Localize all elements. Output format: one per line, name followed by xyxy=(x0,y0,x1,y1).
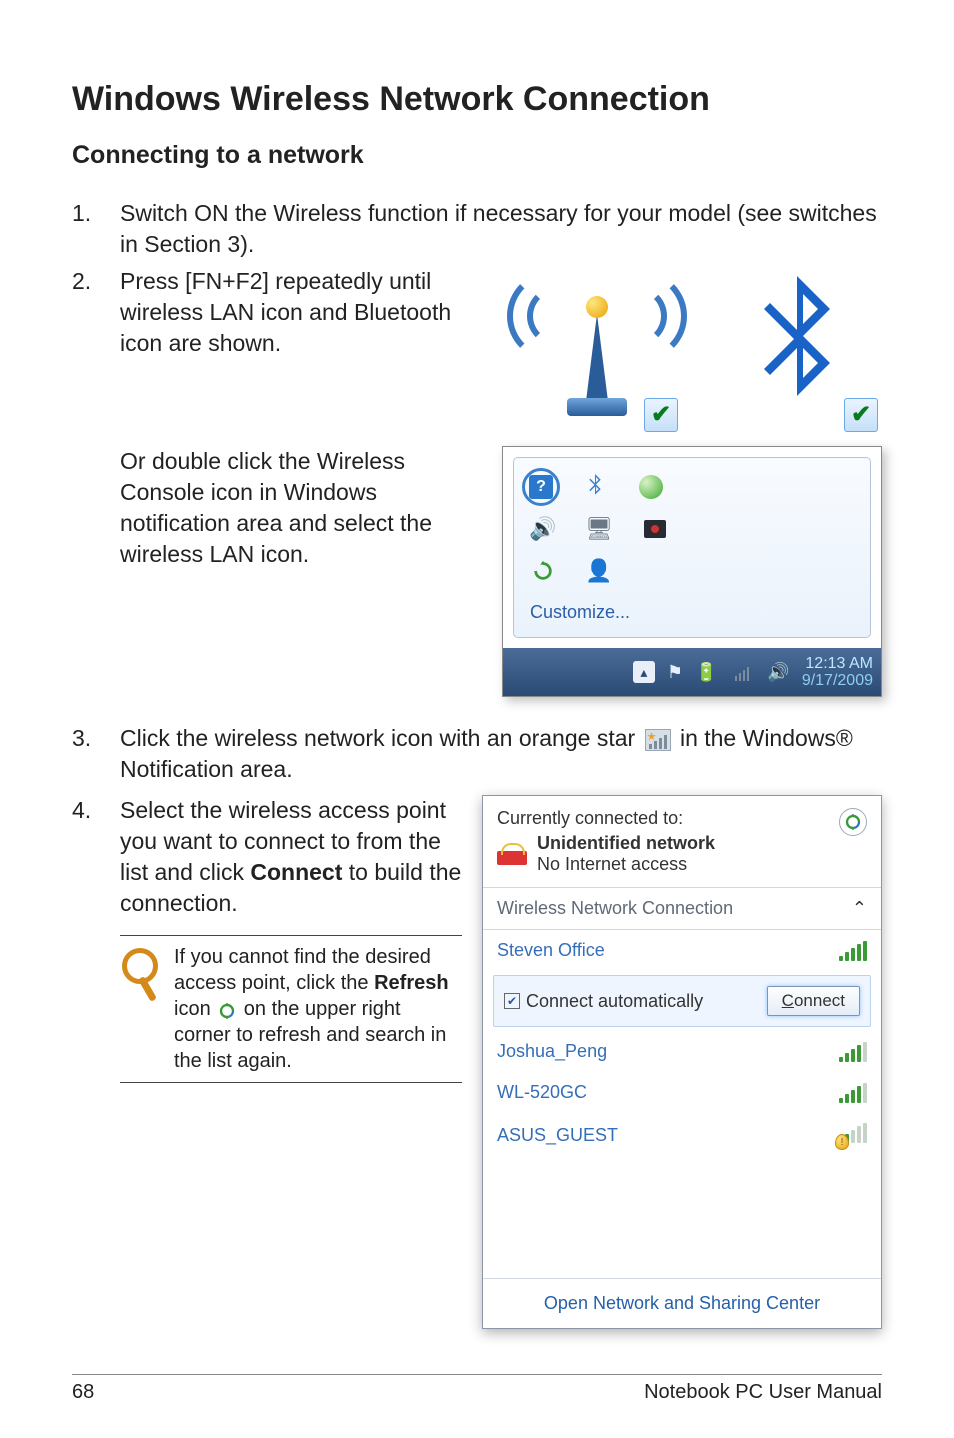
note-text: If you cannot find the desired access po… xyxy=(174,944,462,1074)
check-icon: ✔ xyxy=(844,398,878,432)
page-footer: 68 Notebook PC User Manual xyxy=(72,1374,882,1404)
signal-strength-icon xyxy=(839,941,867,961)
wlan-icon-figure: ✔ xyxy=(512,266,682,436)
wifi-network-name: ASUS_GUEST xyxy=(497,1125,618,1146)
step-3-number: 3. xyxy=(72,723,120,754)
step-3-text-a: Click the wireless network icon with an … xyxy=(120,725,642,751)
step-2-alt-text: Or double click the Wireless Console ico… xyxy=(120,446,484,697)
step-2-text: Press [FN+F2] repeatedly until wireless … xyxy=(120,266,492,436)
router-icon xyxy=(497,843,527,865)
notification-tray-figure: ? 🔊 🖥 👤 Cus xyxy=(502,446,882,697)
tray-expand-icon[interactable]: ▴ xyxy=(633,661,655,683)
signal-strength-icon: ! xyxy=(839,1123,867,1148)
page-number: 68 xyxy=(72,1381,94,1404)
unidentified-network-label: Unidentified network xyxy=(537,833,715,854)
section-title: Connecting to a network xyxy=(72,141,882,170)
manual-title: Notebook PC User Manual xyxy=(644,1381,882,1404)
checkbox-icon: ✔ xyxy=(504,993,520,1009)
shield-icon: ! xyxy=(835,1134,849,1150)
signal-strength-icon xyxy=(839,1083,867,1103)
wireless-console-icon[interactable]: ? xyxy=(529,475,553,499)
open-network-center-link[interactable]: Open Network and Sharing Center xyxy=(483,1278,881,1328)
sync-tray-icon[interactable] xyxy=(528,556,558,586)
monitor-tray-icon[interactable]: 🖥 xyxy=(584,514,614,544)
antivirus-tray-icon[interactable] xyxy=(636,472,666,502)
bluetooth-icon-figure: ✔ xyxy=(712,266,882,436)
wifi-network-item[interactable]: Steven Office xyxy=(483,930,881,971)
volume-taskbar-icon[interactable]: 🔊 xyxy=(767,662,789,683)
magnifier-icon xyxy=(120,946,164,1002)
network-star-icon: ★ xyxy=(645,729,671,751)
page-title: Windows Wireless Network Connection xyxy=(72,80,882,119)
currently-connected-label: Currently connected to: xyxy=(497,808,715,829)
refresh-icon xyxy=(218,1001,236,1019)
volume-tray-icon[interactable]: 🔊 xyxy=(528,514,558,544)
connect-automatically-checkbox[interactable]: ✔ Connect automatically xyxy=(504,991,703,1012)
taskbar-clock[interactable]: 12:13 AM 9/17/2009 xyxy=(802,655,873,690)
note-box: If you cannot find the desired access po… xyxy=(120,935,462,1083)
wifi-network-name: Steven Office xyxy=(497,940,605,961)
customize-link[interactable]: Customize... xyxy=(528,598,856,625)
wifi-network-name: Joshua_Peng xyxy=(497,1041,607,1062)
chevron-up-icon[interactable]: ⌃ xyxy=(852,898,867,919)
step-4-number: 4. xyxy=(72,795,120,919)
step-4-text: Select the wireless access point you wan… xyxy=(120,795,462,919)
connect-button[interactable]: Connect xyxy=(767,986,860,1016)
taskbar: ▴ ⚑ 🔋 🔊 12:13 AM 9/17/2009 xyxy=(503,648,881,696)
wifi-connect-panel: ✔ Connect automatically Connect xyxy=(493,975,871,1027)
step-1-number: 1. xyxy=(72,198,120,260)
wifi-network-name: WL-520GC xyxy=(497,1082,587,1103)
user-tray-icon[interactable]: 👤 xyxy=(584,556,614,586)
connect-automatically-label: Connect automatically xyxy=(526,991,703,1012)
wifi-network-item[interactable]: WL-520GC xyxy=(483,1072,881,1113)
wifi-network-item[interactable]: Joshua_Peng xyxy=(483,1031,881,1072)
refresh-button[interactable] xyxy=(839,808,867,836)
step-1-text: Switch ON the Wireless function if neces… xyxy=(120,198,882,260)
note-refresh-word: Refresh xyxy=(374,972,448,994)
step-4-connect-word: Connect xyxy=(250,859,342,885)
check-icon: ✔ xyxy=(644,398,678,432)
note-text-b: icon xyxy=(174,998,216,1020)
connect-button-rest: onnect xyxy=(794,991,845,1010)
power-tray-icon[interactable]: 🔋 xyxy=(695,662,717,683)
no-internet-label: No Internet access xyxy=(537,854,715,875)
app-tray-icon[interactable] xyxy=(640,514,670,544)
step-3-text: Click the wireless network icon with an … xyxy=(120,723,882,785)
connect-button-accel: C xyxy=(782,991,794,1010)
network-tray-icon[interactable] xyxy=(729,662,755,683)
wifi-networks-popup: Currently connected to: Unidentified net… xyxy=(482,795,882,1329)
step-2-number: 2. xyxy=(72,266,120,297)
bluetooth-tray-icon[interactable] xyxy=(580,472,610,502)
signal-strength-icon xyxy=(839,1042,867,1062)
taskbar-time: 12:13 AM xyxy=(802,655,873,673)
taskbar-date: 9/17/2009 xyxy=(802,672,873,690)
wireless-console-highlight-circle: ? xyxy=(522,468,560,506)
flag-tray-icon[interactable]: ⚑ xyxy=(667,662,683,683)
wifi-network-item[interactable]: ASUS_GUEST ! xyxy=(483,1113,881,1158)
bluetooth-icon xyxy=(742,276,852,426)
wireless-section-label: Wireless Network Connection xyxy=(497,898,733,919)
